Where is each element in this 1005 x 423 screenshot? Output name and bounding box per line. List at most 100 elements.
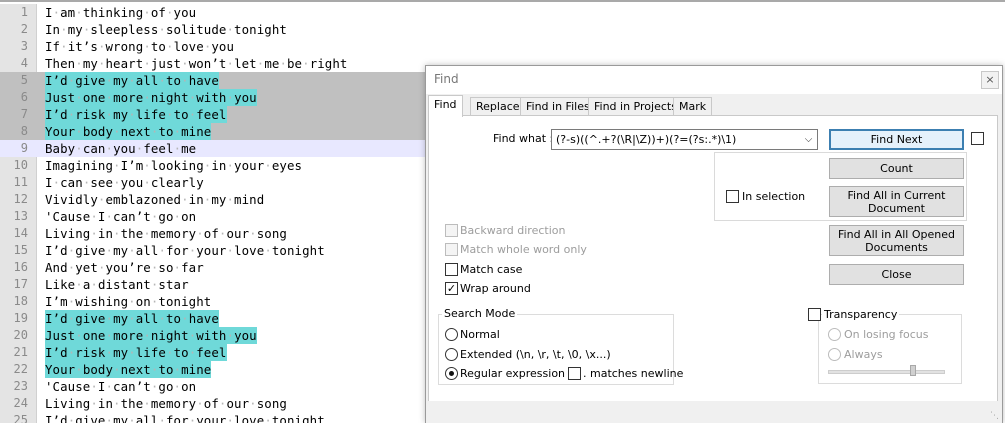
- search-mode-title: Search Mode: [442, 307, 518, 320]
- whitespace-dot-icon: ·: [158, 413, 166, 423]
- line-text: I’d·risk·my·life·to·feel: [45, 106, 227, 123]
- whitespace-dot-icon: ·: [181, 311, 189, 326]
- match-whole-word-label: Match whole word only: [460, 243, 587, 256]
- editor-line[interactable]: 7 I’d·risk·my·life·to·feel: [0, 106, 426, 123]
- whitespace-dot-icon: ·: [249, 226, 257, 241]
- close-button[interactable]: Close: [829, 264, 964, 285]
- whitespace-dot-icon: ·: [264, 158, 272, 173]
- tab-find-in-projects[interactable]: Find in Projects: [588, 97, 683, 116]
- whitespace-dot-icon: ·: [113, 362, 121, 377]
- dialog-titlebar[interactable]: Find ×: [426, 66, 1002, 94]
- matches-newline-checkbox[interactable]: [568, 367, 581, 380]
- line-text: I·am·thinking·of·you: [45, 5, 197, 20]
- match-case-checkbox[interactable]: [445, 263, 458, 276]
- whitespace-dot-icon: ·: [60, 39, 68, 54]
- line-text: I’d·give·my·all·to·have: [45, 310, 219, 327]
- find-what-label: Find what :: [493, 132, 554, 145]
- whitespace-dot-icon: ·: [218, 226, 227, 241]
- regex-mode-radio[interactable]: [445, 367, 458, 380]
- whitespace-dot-icon: ·: [203, 192, 212, 207]
- whitespace-dot-icon: ·: [196, 396, 204, 411]
- transparency-slider-thumb[interactable]: [910, 365, 916, 376]
- editor-line[interactable]: 3 If·it’s·wrong·to·love·you: [0, 38, 1005, 55]
- transparency-slider-track[interactable]: [828, 370, 945, 374]
- whitespace-dot-icon: ·: [143, 158, 151, 173]
- editor-line[interactable]: 5 I’d·give·my·all·to·have: [0, 72, 426, 89]
- editor-line[interactable]: 9 Baby·can·you·feel·me: [0, 140, 426, 157]
- editor-line[interactable]: 2 In·my·sleepless·solitude·tonight: [0, 21, 1005, 38]
- whitespace-dot-icon: ·: [249, 396, 257, 411]
- tab-replace[interactable]: Replace: [470, 97, 526, 116]
- editor-line[interactable]: 1 I·am·thinking·of·you: [0, 4, 1005, 21]
- transparency-checkbox[interactable]: [808, 308, 821, 321]
- checkmark-icon: ✓: [446, 282, 457, 295]
- line-number: 4: [20, 56, 28, 70]
- in-selection-checkbox[interactable]: [726, 190, 739, 203]
- whitespace-dot-icon: ·: [135, 141, 144, 156]
- wrap-around-checkbox[interactable]: ✓: [445, 282, 458, 295]
- find-all-in-current-document-button[interactable]: Find All in Current Document: [829, 186, 964, 217]
- whitespace-dot-icon: ·: [143, 39, 151, 54]
- resize-grip-icon[interactable]: ⋱: [990, 411, 1000, 421]
- normal-mode-radio[interactable]: [445, 328, 458, 341]
- whitespace-dot-icon: ·: [143, 90, 151, 105]
- whitespace-dot-icon: ·: [158, 22, 166, 37]
- find-all-in-all-opened-documents-button[interactable]: Find All in All Opened Documents: [829, 225, 964, 256]
- whitespace-dot-icon: ·: [128, 294, 136, 309]
- match-whole-word-checkbox[interactable]: [445, 243, 458, 256]
- whitespace-dot-icon: ·: [173, 209, 182, 224]
- whitespace-dot-icon: ·: [67, 260, 76, 275]
- whitespace-dot-icon: ·: [279, 56, 287, 71]
- whitespace-dot-icon: ·: [158, 73, 166, 88]
- line-number: 10: [13, 158, 28, 172]
- line-number: 11: [13, 175, 28, 189]
- line-number: 25: [13, 413, 28, 423]
- editor-line[interactable]: 8 Your·body·next·to·mine: [0, 123, 426, 140]
- line-number: 22: [13, 362, 28, 376]
- normal-mode-label: Normal: [460, 328, 500, 341]
- always-radio[interactable]: [828, 348, 841, 361]
- whitespace-dot-icon: ·: [226, 413, 235, 423]
- whitespace-dot-icon: ·: [75, 328, 83, 343]
- find-next-button[interactable]: Find Next: [829, 129, 964, 150]
- line-number: 9: [20, 141, 28, 155]
- chevron-down-icon[interactable]: ⌵: [800, 130, 817, 149]
- whitespace-dot-icon: ·: [67, 107, 76, 122]
- whitespace-dot-icon: ·: [226, 328, 235, 343]
- line-number: 2: [20, 22, 28, 36]
- whitespace-dot-icon: ·: [203, 39, 212, 54]
- close-icon[interactable]: ×: [981, 71, 999, 89]
- line-number: 16: [13, 260, 28, 274]
- extended-mode-radio[interactable]: [445, 348, 458, 361]
- tab-mark[interactable]: Mark: [673, 97, 713, 116]
- whitespace-dot-icon: ·: [75, 362, 83, 377]
- whitespace-dot-icon: ·: [181, 56, 189, 71]
- tab-find-in-files[interactable]: Find in Files: [520, 97, 596, 116]
- whitespace-dot-icon: ·: [203, 158, 212, 173]
- whitespace-dot-icon: ·: [188, 107, 197, 122]
- whitespace-dot-icon: ·: [82, 175, 91, 190]
- line-text: I’d·risk·my·life·to·feel: [45, 344, 227, 361]
- find-what-combobox[interactable]: (?-s)((^.+?(\R|\Z))+)(?=(?s:.*)\1) ⌵: [551, 129, 818, 150]
- whitespace-dot-icon: ·: [128, 413, 136, 423]
- backward-direction-checkbox[interactable]: [445, 224, 458, 237]
- extra-option-checkbox[interactable]: [971, 132, 984, 145]
- tab-find[interactable]: Find: [428, 95, 463, 117]
- whitespace-dot-icon: ·: [105, 90, 114, 105]
- whitespace-dot-icon: ·: [97, 260, 106, 275]
- whitespace-dot-icon: ·: [173, 141, 182, 156]
- whitespace-dot-icon: ·: [128, 345, 136, 360]
- line-number: 21: [13, 345, 28, 359]
- line-number: 14: [13, 226, 28, 240]
- on-losing-focus-radio[interactable]: [828, 328, 841, 341]
- whitespace-dot-icon: ·: [105, 141, 114, 156]
- line-number: 8: [20, 124, 28, 138]
- count-button[interactable]: Count: [829, 158, 964, 179]
- line-text: And·yet·you’re·so·far: [45, 260, 204, 275]
- editor-line[interactable]: 6 Just·one·more·night·with·you: [0, 89, 426, 106]
- whitespace-dot-icon: ·: [150, 277, 159, 292]
- line-number: 7: [20, 107, 28, 121]
- wrap-around-label: Wrap around: [460, 282, 531, 295]
- whitespace-dot-icon: ·: [113, 226, 121, 241]
- whitespace-dot-icon: ·: [105, 311, 114, 326]
